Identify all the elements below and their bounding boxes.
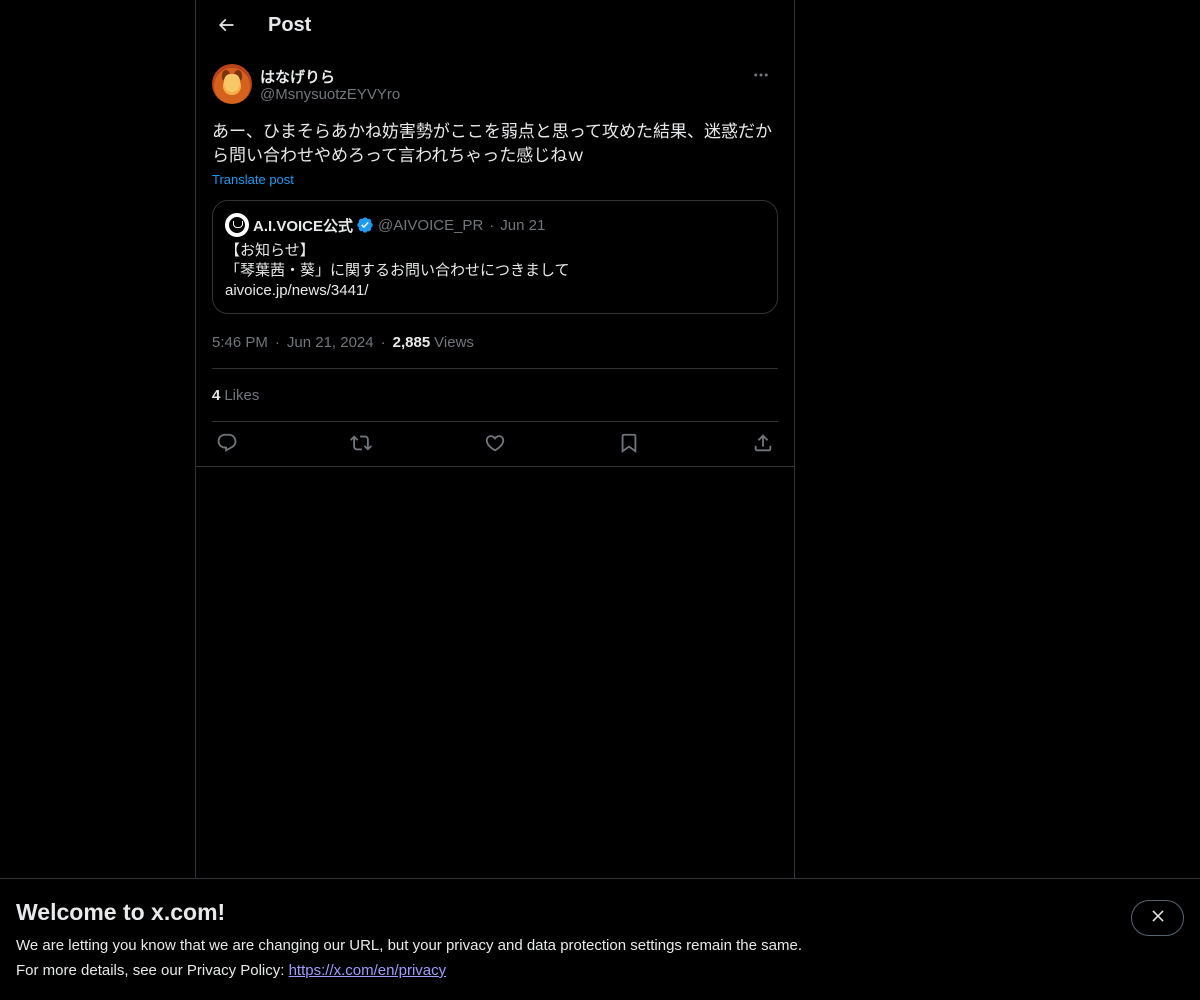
bookmark-icon <box>618 432 640 459</box>
repost-button[interactable] <box>350 435 372 457</box>
avatar[interactable] <box>212 64 252 104</box>
more-button[interactable] <box>744 60 778 94</box>
back-button[interactable] <box>208 9 244 45</box>
separator-dot: · <box>274 333 280 351</box>
verified-icon <box>356 216 374 234</box>
welcome-banner: Welcome to x.com! We are letting you kno… <box>0 878 1200 1000</box>
quote-line: 【お知らせ】 <box>225 242 315 259</box>
like-icon <box>484 432 506 459</box>
quote-author-name: A.I.VOICE公式 <box>253 217 354 235</box>
banner-title: Welcome to x.com! <box>16 899 226 925</box>
quote-line: aivoice.jp/news/3441/ <box>225 282 369 299</box>
primary-column: Post はなげりら @MsnysuotzEYVYro あー、ひまそらあかね妨害… <box>195 0 795 880</box>
banner-policy-line: For more details, see our Privacy Policy… <box>16 962 446 979</box>
post-time[interactable]: 5:46 PM <box>212 334 268 351</box>
post-text: あー、ひまそらあかね妨害勢がここを弱点と思って攻めた結果、迷惑だから問い合わせや… <box>212 122 772 165</box>
post-meta: 5:46 PM · Jun 21, 2024 · 2,885 Views <box>212 332 778 352</box>
likes-label: Likes <box>224 386 260 404</box>
close-icon <box>1149 907 1167 930</box>
quote-line: 「琴葉茜・葵」に関するお問い合わせにつきまして <box>225 262 570 279</box>
banner-policy-text: For more details, see our Privacy Policy… <box>16 962 289 979</box>
divider <box>196 466 794 467</box>
likes-count: 4 <box>212 386 221 404</box>
author-row: はなげりら @MsnysuotzEYVYro <box>212 64 778 120</box>
top-bar: Post <box>196 0 794 54</box>
quote-date: Jun 21 <box>500 216 546 234</box>
author-handle[interactable]: @MsnysuotzEYVYro <box>260 86 400 103</box>
repost-icon <box>350 432 372 459</box>
separator-dot: · <box>489 216 495 234</box>
views-label: Views <box>434 333 474 351</box>
quote-avatar <box>225 213 249 237</box>
quoted-post[interactable]: A.I.VOICE公式 @AIVOICE_PR · Jun 21 【お知らせ】 … <box>212 200 778 314</box>
views-count: 2,885 <box>392 333 431 351</box>
post-date[interactable]: Jun 21, 2024 <box>287 334 374 351</box>
reply-button[interactable] <box>216 432 238 459</box>
quote-author-handle: @AIVOICE_PR <box>378 216 484 234</box>
post: はなげりら @MsnysuotzEYVYro あー、ひまそらあかね妨害勢がここを… <box>196 64 794 469</box>
bookmark-button[interactable] <box>618 432 640 459</box>
translate-post-link[interactable]: Translate post <box>212 172 294 187</box>
more-icon <box>752 66 770 89</box>
like-button[interactable] <box>484 435 506 457</box>
close-banner-button[interactable] <box>1131 900 1184 936</box>
quote-body: 【お知らせ】 「琴葉茜・葵」に関するお問い合わせにつきまして aivoice.j… <box>225 241 765 301</box>
privacy-policy-link[interactable]: https://x.com/en/privacy <box>289 962 447 979</box>
likes-row[interactable]: 4 Likes <box>212 369 778 421</box>
reply-icon <box>216 432 238 459</box>
action-bar <box>212 422 778 469</box>
back-arrow-icon <box>216 15 236 40</box>
separator-dot: · <box>380 333 386 351</box>
page-title: Post <box>268 14 312 36</box>
banner-message: We are letting you know that we are chan… <box>16 937 802 954</box>
share-button[interactable] <box>752 432 774 459</box>
share-icon <box>752 432 774 459</box>
quote-header: A.I.VOICE公式 @AIVOICE_PR · Jun 21 <box>225 213 765 237</box>
author-display-name[interactable]: はなげりら <box>260 66 335 87</box>
